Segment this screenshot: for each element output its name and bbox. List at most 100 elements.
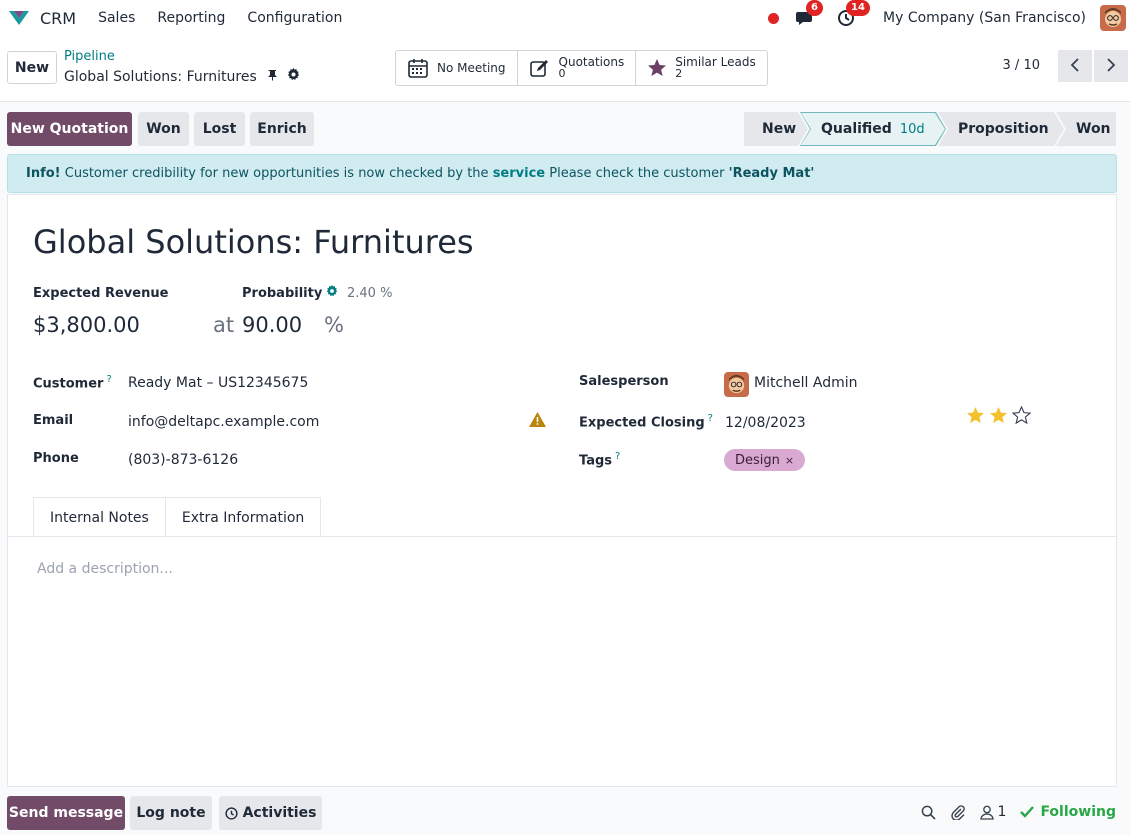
- alert-text-2: Please check the customer: [549, 166, 725, 181]
- automated-probability: 2.40 %: [347, 286, 393, 301]
- expected-closing-label: Expected Closing?: [579, 413, 713, 430]
- chatter-topbar-right: 1 Following: [907, 804, 1116, 820]
- help-tooltip-icon[interactable]: ?: [708, 413, 713, 424]
- following-button[interactable]: Following: [1020, 804, 1116, 820]
- salesperson-avatar: [724, 372, 749, 397]
- activities-count-badge: 14: [846, 0, 870, 16]
- stage-label: New: [762, 121, 797, 137]
- percent-label: %: [324, 313, 344, 337]
- gear-icon[interactable]: [287, 68, 300, 85]
- email-field[interactable]: info@deltapc.example.com: [128, 414, 319, 430]
- pin-icon[interactable]: [267, 69, 277, 85]
- tag-remove-icon[interactable]: ×: [785, 454, 794, 467]
- probability-label: Probability: [242, 286, 323, 301]
- info-alert: Info! Customer credibility for new oppor…: [7, 154, 1117, 193]
- similar-leads-label: Similar Leads: [675, 55, 756, 69]
- warning-icon[interactable]: [529, 412, 546, 431]
- recording-indicator-icon[interactable]: [768, 12, 780, 24]
- alert-prefix: Info!: [26, 166, 61, 181]
- app-name[interactable]: CRM: [40, 9, 76, 28]
- stage-won[interactable]: Won: [1056, 112, 1116, 146]
- phone-field[interactable]: (803)-873-6126: [128, 452, 238, 468]
- customer-field[interactable]: Ready Mat – US12345675: [128, 375, 308, 391]
- priority-star-filled-icon[interactable]: [989, 406, 1008, 428]
- alert-text: Customer credibility for new opportuniti…: [64, 166, 489, 181]
- pager-value[interactable]: 3 / 10: [1003, 58, 1040, 73]
- probability-field[interactable]: 90.00: [242, 313, 302, 337]
- stage-new[interactable]: New: [744, 112, 808, 146]
- tags-label: Tags?: [579, 451, 620, 468]
- tag-badge[interactable]: Design ×: [724, 449, 806, 471]
- user-avatar[interactable]: [1100, 5, 1126, 31]
- search-icon[interactable]: [921, 805, 936, 820]
- meeting-smart-button[interactable]: No Meeting: [396, 51, 518, 85]
- expected-revenue-label: Expected Revenue: [33, 286, 169, 301]
- stage-label: Won: [1076, 121, 1111, 137]
- enrich-button[interactable]: Enrich: [250, 112, 314, 146]
- stage-label: Proposition: [958, 121, 1049, 137]
- chevron-right-icon: [1106, 56, 1116, 77]
- expected-revenue-field[interactable]: $3,800.00: [33, 313, 140, 337]
- expected-closing-label-text: Expected Closing: [579, 415, 705, 431]
- clock-icon: [224, 806, 238, 820]
- stage-proposition[interactable]: Proposition: [938, 112, 1064, 146]
- menu-reporting[interactable]: Reporting: [157, 10, 225, 26]
- crm-logo-icon[interactable]: [6, 7, 32, 29]
- activities-button[interactable]: Activities: [219, 796, 322, 830]
- pager-previous-button[interactable]: [1058, 50, 1092, 82]
- activities-clock-icon[interactable]: 14: [835, 0, 870, 29]
- quotations-smart-button[interactable]: Quotations 0: [518, 51, 637, 85]
- form-sheet: Global Solutions: Furnitures Expected Re…: [7, 194, 1117, 787]
- user-icon: [979, 805, 994, 820]
- notebook-tabs: Internal Notes Extra Information: [33, 497, 322, 537]
- tab-internal-notes[interactable]: Internal Notes: [33, 497, 166, 537]
- following-label: Following: [1040, 804, 1116, 820]
- similar-leads-smart-button[interactable]: Similar Leads 2: [636, 51, 767, 85]
- messages-count-badge: 6: [806, 0, 823, 16]
- help-tooltip-icon[interactable]: ?: [615, 451, 620, 462]
- description-editor[interactable]: Add a description...: [37, 561, 173, 577]
- pager-buttons: [1056, 50, 1128, 82]
- record-title: Global Solutions: Furnitures: [64, 68, 257, 85]
- new-record-button[interactable]: New: [7, 51, 57, 84]
- menu-sales[interactable]: Sales: [98, 10, 135, 26]
- chatter-toolbar: Send message Log note Activities 1 Follo…: [0, 790, 1130, 835]
- stage-duration: 10d: [899, 121, 925, 137]
- messages-icon[interactable]: 6: [795, 0, 823, 29]
- paperclip-icon[interactable]: [950, 804, 966, 820]
- salesperson-field[interactable]: Mitchell Admin: [754, 375, 858, 391]
- tab-extra-information[interactable]: Extra Information: [165, 497, 322, 537]
- priority-star-empty-icon[interactable]: [1011, 405, 1032, 428]
- alert-service-link[interactable]: service: [493, 166, 545, 181]
- smart-buttons: No Meeting Quotations 0 Similar Leads 2: [395, 50, 768, 86]
- form-action-bar: New Quotation Won Lost Enrich New Qualif…: [0, 103, 1130, 153]
- breadcrumb-current: Global Solutions: Furnitures: [64, 68, 300, 85]
- mark-won-button[interactable]: Won: [138, 112, 189, 146]
- check-icon: [1020, 806, 1035, 818]
- stage-qualified[interactable]: Qualified 10d: [800, 112, 946, 146]
- stage-label: Qualified: [821, 121, 892, 137]
- salesperson-label: Salesperson: [579, 374, 669, 389]
- menu-configuration[interactable]: Configuration: [247, 10, 342, 26]
- top-navbar: CRM Sales Reporting Configuration 6 14 M…: [0, 0, 1130, 36]
- pager-next-button[interactable]: [1094, 50, 1128, 82]
- alert-customer: 'Ready Mat': [728, 166, 815, 181]
- mark-lost-button[interactable]: Lost: [194, 112, 245, 146]
- probability-gear-icon[interactable]: [326, 285, 338, 301]
- expected-closing-field[interactable]: 12/08/2023: [725, 415, 806, 431]
- at-label: at: [213, 313, 235, 337]
- pen-square-icon: [529, 58, 551, 78]
- followers-button[interactable]: 1: [979, 804, 1006, 820]
- breadcrumb-pipeline-link[interactable]: Pipeline: [64, 49, 115, 64]
- similar-leads-count: 2: [675, 67, 683, 80]
- new-quotation-button[interactable]: New Quotation: [7, 112, 132, 146]
- customer-label: Customer?: [33, 374, 112, 391]
- help-tooltip-icon[interactable]: ?: [106, 374, 111, 385]
- opportunity-name-field[interactable]: Global Solutions: Furnitures: [33, 223, 474, 261]
- send-message-button[interactable]: Send message: [7, 796, 125, 830]
- log-note-button[interactable]: Log note: [130, 796, 212, 830]
- company-switcher[interactable]: My Company (San Francisco): [883, 10, 1086, 26]
- tag-label: Design: [735, 452, 780, 468]
- tags-label-text: Tags: [579, 453, 613, 469]
- priority-star-filled-icon[interactable]: [966, 406, 985, 428]
